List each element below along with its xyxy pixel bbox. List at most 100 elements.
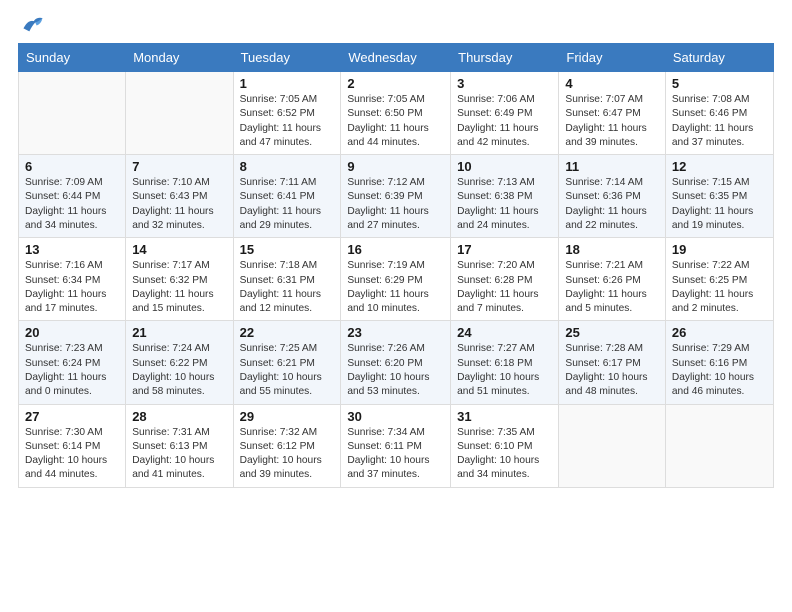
- day-detail: Sunrise: 7:11 AMSunset: 6:41 PMDaylight:…: [240, 176, 335, 233]
- day-detail: Sunrise: 7:09 AMSunset: 6:44 PMDaylight:…: [25, 176, 119, 233]
- calendar-cell: 1 Sunrise: 7:05 AMSunset: 6:52 PMDaylight…: [233, 72, 341, 155]
- day-detail: Sunrise: 7:06 AMSunset: 6:49 PMDaylight:…: [457, 93, 552, 150]
- calendar-cell: 12 Sunrise: 7:15 AMSunset: 6:35 PMDayligh…: [665, 155, 773, 238]
- calendar-cell: 21 Sunrise: 7:24 AMSunset: 6:22 PMDayligh…: [126, 321, 233, 404]
- calendar-cell: 24Sunrise: 7:27 AMSunset: 6:18 PMDayligh…: [451, 321, 559, 404]
- calendar-cell: 13 Sunrise: 7:16 AMSunset: 6:34 PMDayligh…: [19, 238, 126, 321]
- calendar-cell: [19, 72, 126, 155]
- day-detail: Sunrise: 7:15 AMSunset: 6:35 PMDaylight:…: [672, 176, 767, 233]
- col-header-friday: Friday: [559, 44, 665, 72]
- day-number: 3: [457, 76, 552, 91]
- calendar-cell: 28 Sunrise: 7:31 AMSunset: 6:13 PMDayligh…: [126, 404, 233, 487]
- calendar-cell: 6 Sunrise: 7:09 AMSunset: 6:44 PMDaylight…: [19, 155, 126, 238]
- day-detail: Sunrise: 7:29 AMSunset: 6:16 PMDaylight:…: [672, 342, 767, 399]
- day-number: 2: [347, 76, 444, 91]
- day-number: 12: [672, 159, 767, 174]
- calendar-week-row: 27 Sunrise: 7:30 AMSunset: 6:14 PMDayligh…: [19, 404, 774, 487]
- day-number: 21: [132, 325, 226, 340]
- calendar-cell: 15Sunrise: 7:18 AMSunset: 6:31 PMDayligh…: [233, 238, 341, 321]
- col-header-tuesday: Tuesday: [233, 44, 341, 72]
- day-detail: Sunrise: 7:21 AMSunset: 6:26 PMDaylight:…: [565, 259, 658, 316]
- day-detail: Sunrise: 7:31 AMSunset: 6:13 PMDaylight:…: [132, 426, 226, 483]
- col-header-monday: Monday: [126, 44, 233, 72]
- day-number: 25: [565, 325, 658, 340]
- day-detail: Sunrise: 7:26 AMSunset: 6:20 PMDaylight:…: [347, 342, 444, 399]
- calendar-cell: 16 Sunrise: 7:19 AMSunset: 6:29 PMDayligh…: [341, 238, 451, 321]
- calendar-cell: 14 Sunrise: 7:17 AMSunset: 6:32 PMDayligh…: [126, 238, 233, 321]
- day-number: 6: [25, 159, 119, 174]
- logo-text: [18, 15, 46, 33]
- day-detail: Sunrise: 7:23 AMSunset: 6:24 PMDaylight:…: [25, 342, 119, 399]
- day-detail: Sunrise: 7:30 AMSunset: 6:14 PMDaylight:…: [25, 426, 119, 483]
- calendar-cell: 25Sunrise: 7:28 AMSunset: 6:17 PMDayligh…: [559, 321, 665, 404]
- day-number: 27: [25, 409, 119, 424]
- calendar-week-row: 13 Sunrise: 7:16 AMSunset: 6:34 PMDayligh…: [19, 238, 774, 321]
- day-detail: Sunrise: 7:05 AMSunset: 6:50 PMDaylight:…: [347, 93, 444, 150]
- day-number: 18: [565, 242, 658, 257]
- calendar-cell: [559, 404, 665, 487]
- day-number: 31: [457, 409, 552, 424]
- calendar-week-row: 1 Sunrise: 7:05 AMSunset: 6:52 PMDaylight…: [19, 72, 774, 155]
- day-detail: Sunrise: 7:17 AMSunset: 6:32 PMDaylight:…: [132, 259, 226, 316]
- calendar-cell: [126, 72, 233, 155]
- calendar-cell: 10 Sunrise: 7:13 AMSunset: 6:38 PMDayligh…: [451, 155, 559, 238]
- day-detail: Sunrise: 7:32 AMSunset: 6:12 PMDaylight:…: [240, 426, 335, 483]
- day-detail: Sunrise: 7:16 AMSunset: 6:34 PMDaylight:…: [25, 259, 119, 316]
- day-detail: Sunrise: 7:35 AMSunset: 6:10 PMDaylight:…: [457, 426, 552, 483]
- logo-bird-icon: [22, 15, 44, 33]
- day-number: 19: [672, 242, 767, 257]
- day-number: 29: [240, 409, 335, 424]
- calendar-cell: 4Sunrise: 7:07 AMSunset: 6:47 PMDaylight…: [559, 72, 665, 155]
- day-detail: Sunrise: 7:25 AMSunset: 6:21 PMDaylight:…: [240, 342, 335, 399]
- day-number: 20: [25, 325, 119, 340]
- calendar-cell: 26 Sunrise: 7:29 AMSunset: 6:16 PMDayligh…: [665, 321, 773, 404]
- day-detail: Sunrise: 7:24 AMSunset: 6:22 PMDaylight:…: [132, 342, 226, 399]
- calendar-table: SundayMondayTuesdayWednesdayThursdayFrid…: [18, 43, 774, 488]
- day-detail: Sunrise: 7:07 AMSunset: 6:47 PMDaylight:…: [565, 93, 658, 150]
- day-detail: Sunrise: 7:08 AMSunset: 6:46 PMDaylight:…: [672, 93, 767, 150]
- page: SundayMondayTuesdayWednesdayThursdayFrid…: [0, 0, 792, 498]
- day-number: 14: [132, 242, 226, 257]
- day-number: 13: [25, 242, 119, 257]
- header-row: SundayMondayTuesdayWednesdayThursdayFrid…: [19, 44, 774, 72]
- day-detail: Sunrise: 7:12 AMSunset: 6:39 PMDaylight:…: [347, 176, 444, 233]
- calendar-cell: 31 Sunrise: 7:35 AMSunset: 6:10 PMDayligh…: [451, 404, 559, 487]
- day-number: 22: [240, 325, 335, 340]
- calendar-cell: 30 Sunrise: 7:34 AMSunset: 6:11 PMDayligh…: [341, 404, 451, 487]
- col-header-thursday: Thursday: [451, 44, 559, 72]
- day-detail: Sunrise: 7:22 AMSunset: 6:25 PMDaylight:…: [672, 259, 767, 316]
- col-header-saturday: Saturday: [665, 44, 773, 72]
- day-detail: Sunrise: 7:27 AMSunset: 6:18 PMDaylight:…: [457, 342, 552, 399]
- day-number: 10: [457, 159, 552, 174]
- day-detail: Sunrise: 7:13 AMSunset: 6:38 PMDaylight:…: [457, 176, 552, 233]
- day-detail: Sunrise: 7:34 AMSunset: 6:11 PMDaylight:…: [347, 426, 444, 483]
- day-number: 16: [347, 242, 444, 257]
- calendar-cell: 22 Sunrise: 7:25 AMSunset: 6:21 PMDayligh…: [233, 321, 341, 404]
- calendar-cell: 5 Sunrise: 7:08 AMSunset: 6:46 PMDaylight…: [665, 72, 773, 155]
- day-number: 1: [240, 76, 335, 91]
- day-detail: Sunrise: 7:05 AMSunset: 6:52 PMDaylight:…: [240, 93, 335, 150]
- day-number: 9: [347, 159, 444, 174]
- calendar-cell: 11Sunrise: 7:14 AMSunset: 6:36 PMDayligh…: [559, 155, 665, 238]
- col-header-wednesday: Wednesday: [341, 44, 451, 72]
- day-detail: Sunrise: 7:19 AMSunset: 6:29 PMDaylight:…: [347, 259, 444, 316]
- day-number: 8: [240, 159, 335, 174]
- calendar-cell: 7 Sunrise: 7:10 AMSunset: 6:43 PMDaylight…: [126, 155, 233, 238]
- calendar-cell: 17 Sunrise: 7:20 AMSunset: 6:28 PMDayligh…: [451, 238, 559, 321]
- logo: [18, 15, 46, 33]
- calendar-cell: 29 Sunrise: 7:32 AMSunset: 6:12 PMDayligh…: [233, 404, 341, 487]
- calendar-week-row: 6 Sunrise: 7:09 AMSunset: 6:44 PMDaylight…: [19, 155, 774, 238]
- calendar-cell: 20 Sunrise: 7:23 AMSunset: 6:24 PMDayligh…: [19, 321, 126, 404]
- calendar-cell: 9 Sunrise: 7:12 AMSunset: 6:39 PMDaylight…: [341, 155, 451, 238]
- day-number: 17: [457, 242, 552, 257]
- day-detail: Sunrise: 7:20 AMSunset: 6:28 PMDaylight:…: [457, 259, 552, 316]
- day-number: 26: [672, 325, 767, 340]
- day-number: 28: [132, 409, 226, 424]
- calendar-cell: [665, 404, 773, 487]
- calendar-cell: 19 Sunrise: 7:22 AMSunset: 6:25 PMDayligh…: [665, 238, 773, 321]
- day-number: 7: [132, 159, 226, 174]
- day-number: 5: [672, 76, 767, 91]
- day-detail: Sunrise: 7:10 AMSunset: 6:43 PMDaylight:…: [132, 176, 226, 233]
- calendar-cell: 2 Sunrise: 7:05 AMSunset: 6:50 PMDaylight…: [341, 72, 451, 155]
- day-number: 30: [347, 409, 444, 424]
